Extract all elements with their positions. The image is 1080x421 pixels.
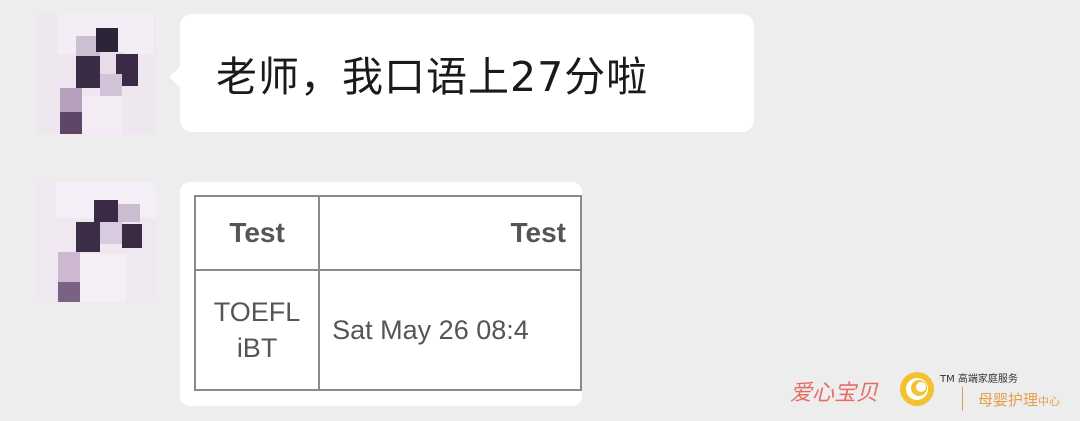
avatar-pixel [122,224,142,248]
brand-watermark: 爱心宝贝 TM 高端家庭服务 母婴护理中心 [790,366,1080,416]
table-header: Test [318,195,582,271]
avatar-pixel [60,88,82,114]
avatar-pixel [76,222,100,252]
avatar-pixel [76,56,100,88]
contact-avatar[interactable] [36,182,156,302]
avatar-pixel [60,112,82,134]
watermark-subtitle-main: 母婴护理 [978,391,1039,409]
avatar-pixel [100,222,122,244]
avatar-pixel [118,204,140,222]
table-header-row: Test Test [193,195,582,271]
table-cell-date: Sat May 26 08:4 [318,269,582,391]
avatar-pixel [94,200,118,222]
watermark-divider [962,387,963,411]
test-name-line: TOEFL [213,297,301,327]
watermark-brand-text: 爱心宝贝 [790,381,879,406]
avatar-pixel [80,254,126,302]
message-text: 老师，我口语上27分啦 [216,53,649,101]
table-row: TOEFL iBT Sat May 26 08:4 [193,269,582,391]
text-message-bubble[interactable]: 老师，我口语上27分啦 [169,14,754,132]
watermark-tm-text: TM 高端家庭服务 [940,374,1018,385]
avatar-pixel [58,282,80,302]
watermark-subtitle: 母婴护理中心 [978,389,1060,410]
score-report-table: Test Test TOEFL iBT Sat May 26 08:4 [193,195,582,391]
table-cell-test: TOEFL iBT [193,269,321,391]
image-message[interactable]: Test Test TOEFL iBT Sat May 26 08:4 [180,182,582,406]
contact-avatar[interactable] [36,14,156,134]
sun-logo-icon [900,372,934,406]
avatar-pixel [96,28,118,52]
avatar-pixel [82,96,122,134]
table-header: Test [193,195,321,271]
watermark-subtitle-small: 中心 [1038,395,1061,408]
avatar-pixel [100,74,122,96]
test-name-line: iBT [236,333,278,363]
avatar-pixel [58,252,80,282]
